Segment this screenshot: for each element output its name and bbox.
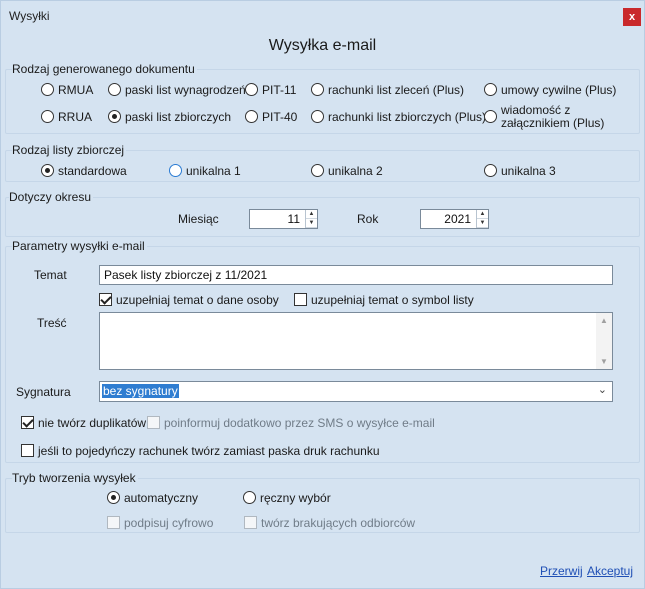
month-value: 11 — [287, 212, 300, 226]
missing-recipients-checkbox[interactable] — [244, 516, 257, 529]
radio-unikalna-3-label: unikalna 3 — [501, 164, 556, 178]
year-label: Rok — [357, 212, 379, 226]
fill-person-label: uzupełniaj temat o dane osoby — [116, 293, 279, 307]
month-spinner[interactable]: 11 ▲ ▼ — [249, 209, 318, 229]
signature-label: Sygnatura — [16, 385, 71, 399]
page-title: Wysyłka e-mail — [268, 37, 377, 54]
signature-select[interactable]: bez sygnatury ⌄ — [99, 381, 613, 402]
title-bar: Wysyłki x — [1, 1, 644, 31]
radio-rachunki-list-zlecen[interactable] — [311, 83, 324, 96]
scroll-down-icon[interactable]: ▼ — [600, 357, 608, 366]
sign-checkbox[interactable] — [107, 516, 120, 529]
radio-reczny-wybor-label: ręczny wybór — [260, 491, 331, 505]
radio-standardowa-label: standardowa — [58, 164, 127, 178]
period-legend: Dotyczy okresu — [9, 190, 94, 204]
year-spin-buttons[interactable]: ▲ ▼ — [476, 210, 488, 228]
radio-wiadomosc-z-zalacznikiem[interactable] — [484, 110, 497, 123]
sms-checkbox[interactable] — [147, 416, 160, 429]
month-down-icon[interactable]: ▼ — [306, 219, 317, 228]
month-spin-buttons[interactable]: ▲ ▼ — [305, 210, 317, 228]
radio-umowy-cywilne-label: umowy cywilne (Plus) — [501, 83, 617, 97]
radio-rmua-label: RMUA — [58, 83, 94, 97]
radio-unikalna-1[interactable] — [169, 164, 182, 177]
radio-wiadomosc-label-line1: wiadomość z — [501, 103, 571, 117]
radio-umowy-cywilne[interactable] — [484, 83, 497, 96]
sms-label: poinformuj dodatkowo przez SMS o wysyłce… — [164, 416, 435, 430]
single-bill-checkbox[interactable] — [21, 444, 34, 457]
month-up-icon[interactable]: ▲ — [306, 210, 317, 219]
fill-symbol-label: uzupełniaj temat o symbol listy — [311, 293, 474, 307]
radio-paski-list-zbiorczych[interactable] — [108, 110, 121, 123]
email-params-legend: Parametry wysyłki e-mail — [12, 239, 147, 253]
radio-unikalna-1-label: unikalna 1 — [186, 164, 241, 178]
radio-automatyczny[interactable] — [107, 491, 120, 504]
subject-input[interactable]: Pasek listy zbiorczej z 11/2021 — [99, 265, 613, 285]
doc-type-legend: Rodzaj generowanego dokumentu — [12, 62, 197, 76]
single-bill-label: jeśli to pojedyńczy rachunek twórz zamia… — [38, 444, 380, 458]
mode-legend: Tryb tworzenia wysyłek — [12, 471, 138, 485]
radio-pit-40-label: PIT-40 — [262, 110, 298, 124]
fill-person-checkbox[interactable] — [99, 293, 112, 306]
year-down-icon[interactable]: ▼ — [477, 219, 488, 228]
radio-rachunki-list-zlecen-label: rachunki list zleceń (Plus) — [328, 83, 465, 97]
radio-pit-40[interactable] — [245, 110, 258, 123]
sign-label: podpisuj cyfrowo — [124, 516, 214, 530]
dialog-window: Wysyłki x Wysyłka e-mail Rodzaj generowa… — [0, 0, 645, 589]
radio-rrua[interactable] — [41, 110, 54, 123]
month-label: Miesiąc — [178, 212, 219, 226]
body-textarea[interactable]: ▲ ▼ — [99, 312, 613, 370]
scroll-up-icon[interactable]: ▲ — [600, 316, 608, 325]
missing-recipients-label: twórz brakujących odbiorców — [261, 516, 416, 530]
radio-rrua-label: RRUA — [58, 110, 93, 124]
radio-reczny-wybor[interactable] — [243, 491, 256, 504]
cancel-link[interactable]: Przerwij — [540, 564, 583, 578]
radio-unikalna-2[interactable] — [311, 164, 324, 177]
radio-rachunki-list-zbiorczych-label: rachunki list zbiorczych (Plus) — [328, 110, 487, 124]
subject-label: Temat — [34, 268, 67, 282]
radio-paski-list-wynagrodzen-label: paski list wynagrodzeń — [125, 83, 246, 97]
window-title: Wysyłki — [9, 9, 50, 23]
body-scrollbar[interactable]: ▲ ▼ — [596, 313, 612, 369]
radio-pit-11-label: PIT-11 — [262, 83, 297, 97]
radio-unikalna-3[interactable] — [484, 164, 497, 177]
year-up-icon[interactable]: ▲ — [477, 210, 488, 219]
radio-rmua[interactable] — [41, 83, 54, 96]
radio-unikalna-2-label: unikalna 2 — [328, 164, 383, 178]
radio-paski-list-zbiorczych-label: paski list zbiorczych — [125, 110, 232, 124]
radio-pit-11[interactable] — [245, 83, 258, 96]
list-type-legend: Rodzaj listy zbiorczej — [12, 143, 127, 157]
year-spinner[interactable]: 2021 ▲ ▼ — [420, 209, 489, 229]
close-button[interactable]: x — [623, 8, 641, 26]
radio-paski-list-wynagrodzen[interactable] — [108, 83, 121, 96]
accept-link[interactable]: Akceptuj — [587, 564, 633, 578]
body-label: Treść — [37, 316, 67, 330]
signature-value: bez sygnatury — [102, 384, 179, 398]
radio-automatyczny-label: automatyczny — [124, 491, 199, 505]
no-duplicates-label: nie twórz duplikatów — [38, 416, 147, 430]
radio-standardowa[interactable] — [41, 164, 54, 177]
chevron-down-icon[interactable]: ⌄ — [598, 383, 607, 396]
period-group — [5, 197, 640, 237]
year-value: 2021 — [444, 212, 471, 226]
radio-rachunki-list-zbiorczych[interactable] — [311, 110, 324, 123]
radio-wiadomosc-label-line2: załącznikiem (Plus) — [501, 116, 605, 130]
fill-symbol-checkbox[interactable] — [294, 293, 307, 306]
no-duplicates-checkbox[interactable] — [21, 416, 34, 429]
